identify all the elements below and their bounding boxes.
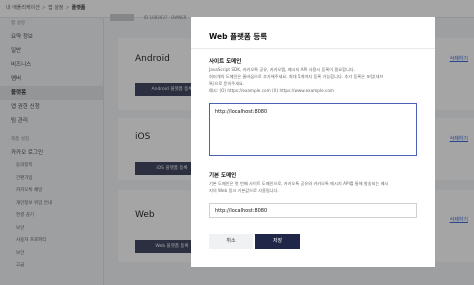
base-domain-field[interactable] xyxy=(209,203,417,218)
web-platform-modal: Web 플랫폼 등록 사이트 도메인 JavaScript SDK, 카카오톡 … xyxy=(191,17,435,267)
site-domain-label: 사이트 도메인 xyxy=(209,59,242,65)
cancel-button[interactable]: 취소 xyxy=(209,234,253,249)
site-domain-desc-4: 예시: (O) https://example.com (X) https://… xyxy=(209,88,334,93)
save-button[interactable]: 저장 xyxy=(255,234,300,249)
base-domain-label: 기본 도메인 xyxy=(209,173,237,179)
modal-divider xyxy=(191,48,435,49)
base-domain-desc-2: 지의 Web 링크 기본값으로 사용됩니다. xyxy=(209,188,279,193)
modal-title: Web 플랫폼 등록 xyxy=(209,32,268,41)
site-domain-textarea[interactable]: http://localhost:8080 xyxy=(209,103,417,156)
